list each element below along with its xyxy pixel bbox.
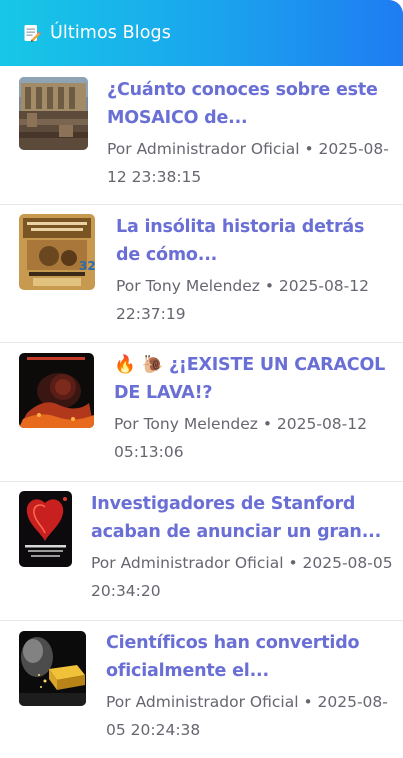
blog-post-list: ¿Cuánto conoces sobre este MOSAICO de...…: [0, 66, 403, 758]
latest-blogs-widget: Últimos Blogs ¿Cuánto conoces sobre este…: [0, 0, 403, 758]
post-meta: Por Administrador Oficial • 2025-08-12 2…: [107, 140, 389, 186]
post-meta: Por Tony Melendez • 2025-08-12 05:13:06: [114, 415, 367, 461]
post-title[interactable]: 🔥 🐌 ¿¡EXISTE UN CARACOL DE LAVA!?: [114, 351, 393, 407]
blog-post-item[interactable]: 🔥 🐌 ¿¡EXISTE UN CARACOL DE LAVA!? Por To…: [0, 343, 403, 482]
post-meta: Por Administrador Oficial • 2025-08-05 2…: [106, 693, 388, 739]
post-thumbnail[interactable]: 32: [19, 214, 95, 290]
post-title[interactable]: ¿Cuánto conoces sobre este MOSAICO de...: [107, 76, 393, 132]
blog-post-item[interactable]: Investigadores de Stanford acaban de anu…: [0, 482, 403, 621]
post-thumbnail[interactable]: [19, 491, 72, 567]
post-meta: Por Tony Melendez • 2025-08-12 22:37:19: [116, 277, 369, 323]
post-thumbnail[interactable]: [19, 631, 86, 706]
post-thumbnail[interactable]: [19, 77, 88, 150]
post-title[interactable]: Científicos han convertido oficialmente …: [106, 629, 393, 685]
post-title[interactable]: La insólita historia detrás de cómo...: [116, 213, 393, 269]
post-meta: Por Administrador Oficial • 2025-08-05 2…: [91, 554, 393, 600]
memo-pencil-icon: [24, 25, 41, 42]
blog-post-item[interactable]: 32 La insólita historia detrás de cómo..…: [0, 205, 403, 343]
svg-text:32: 32: [79, 259, 95, 273]
widget-title: Últimos Blogs: [50, 23, 171, 43]
blog-post-item[interactable]: Científicos han convertido oficialmente …: [0, 621, 403, 758]
blog-post-item[interactable]: ¿Cuánto conoces sobre este MOSAICO de...…: [0, 66, 403, 205]
widget-header: Últimos Blogs: [0, 0, 403, 66]
post-thumbnail[interactable]: [19, 353, 94, 428]
post-title[interactable]: Investigadores de Stanford acaban de anu…: [91, 490, 393, 546]
